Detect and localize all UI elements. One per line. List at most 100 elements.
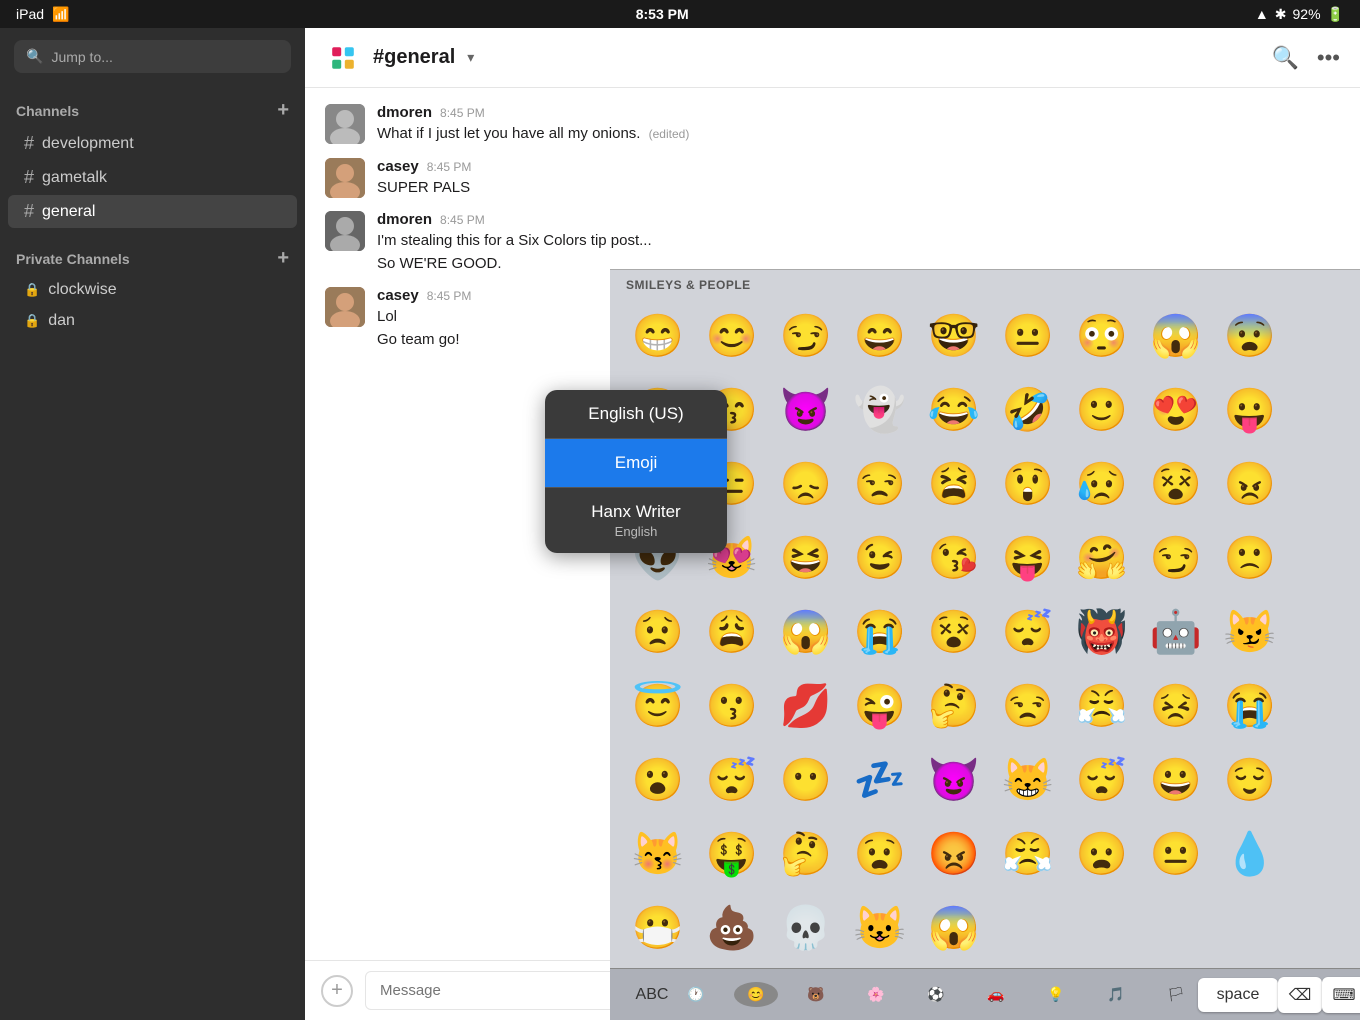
emoji-item[interactable]: 😤 — [992, 818, 1064, 890]
emoji-item[interactable]: 😱 — [1140, 300, 1212, 372]
emoji-item[interactable]: 😐 — [992, 300, 1064, 372]
language-option-english[interactable]: English (US) — [545, 390, 727, 439]
emoji-item[interactable]: 😶 — [770, 744, 842, 816]
emoji-item[interactable]: 😒 — [844, 448, 916, 520]
flags-icon[interactable]: 🏳 — [1154, 982, 1198, 1007]
emoji-item[interactable]: 😤 — [1066, 670, 1138, 742]
objects-icon[interactable]: 💡 — [1034, 982, 1078, 1007]
emoji-item[interactable]: 🤔 — [918, 670, 990, 742]
emoji-item[interactable]: 😦 — [1066, 818, 1138, 890]
space-button[interactable]: space — [1198, 978, 1278, 1012]
emoji-item[interactable]: 😡 — [918, 818, 990, 890]
emoji-item[interactable]: 😉 — [844, 522, 916, 594]
emoji-item[interactable]: 🤖 — [1140, 596, 1212, 668]
emoji-item[interactable]: 😟 — [622, 596, 694, 668]
emoji-item[interactable]: 😭 — [844, 596, 916, 668]
emoji-item[interactable]: 💧 — [1214, 818, 1286, 890]
travel-icon[interactable]: 🚗 — [974, 982, 1018, 1007]
emoji-item[interactable]: 😘 — [918, 522, 990, 594]
emoji-item[interactable]: 👹 — [1066, 596, 1138, 668]
emoji-item[interactable]: 😆 — [770, 522, 842, 594]
search-bar[interactable]: 🔍 Jump to... — [14, 40, 291, 73]
emoji-item[interactable]: 😜 — [844, 670, 916, 742]
emoji-item[interactable]: 😏 — [770, 300, 842, 372]
chevron-down-icon[interactable]: ▾ — [467, 49, 474, 66]
emoji-item[interactable]: 😇 — [622, 670, 694, 742]
emoji-item[interactable]: 😌 — [1214, 744, 1286, 816]
emoji-item[interactable]: 😱 — [770, 596, 842, 668]
emoji-item[interactable]: 😮 — [622, 744, 694, 816]
delete-button[interactable]: ⌫ — [1278, 977, 1322, 1013]
food-icon[interactable]: 🌸 — [854, 982, 898, 1007]
emoji-item[interactable]: 🤣 — [992, 374, 1064, 446]
sidebar-item-gametalk[interactable]: # gametalk — [8, 161, 297, 194]
emoji-tab-icon[interactable]: 😊 — [734, 982, 778, 1007]
emoji-item[interactable]: 😒 — [992, 670, 1064, 742]
add-channel-button[interactable]: + — [277, 99, 289, 122]
emoji-item[interactable]: 🙂 — [1066, 374, 1138, 446]
emoji-item[interactable]: 😂 — [918, 374, 990, 446]
emoji-item[interactable]: 😸 — [992, 744, 1064, 816]
emoji-item[interactable]: 😍 — [1140, 374, 1212, 446]
emoji-item[interactable]: 😺 — [844, 892, 916, 964]
emoji-item[interactable]: 😁 — [622, 300, 694, 372]
sidebar-item-development[interactable]: # development — [8, 127, 297, 160]
emoji-item[interactable]: 😴 — [992, 596, 1064, 668]
sidebar-item-general[interactable]: # general — [8, 195, 297, 228]
add-attachment-button[interactable]: + — [321, 975, 353, 1007]
emoji-item[interactable]: 😱 — [918, 892, 990, 964]
emoji-item[interactable]: 😠 — [1214, 448, 1286, 520]
emoji-item[interactable]: 😞 — [770, 448, 842, 520]
emoji-item[interactable]: 🤑 — [696, 818, 768, 890]
emoji-item[interactable]: 🤔 — [770, 818, 842, 890]
emoji-item[interactable]: 💤 — [844, 744, 916, 816]
emoji-item[interactable]: 💋 — [770, 670, 842, 742]
emoji-item[interactable]: 😼 — [1214, 596, 1286, 668]
emoji-item[interactable]: 😴 — [696, 744, 768, 816]
symbols-icon[interactable]: 🎵 — [1094, 982, 1138, 1007]
emoji-item[interactable]: 😈 — [918, 744, 990, 816]
emoji-item[interactable]: 😐 — [1140, 818, 1212, 890]
main-chat: #general ▾ 🔍 ••• dmoren 8:45 PM — [305, 28, 1360, 1020]
emoji-item[interactable]: 😲 — [992, 448, 1064, 520]
emoji-item[interactable]: 😄 — [844, 300, 916, 372]
emoji-item[interactable]: 😵 — [918, 596, 990, 668]
emoji-item[interactable]: 👻 — [844, 374, 916, 446]
add-private-channel-button[interactable]: + — [277, 247, 289, 270]
recent-icon[interactable]: 🕐 — [674, 982, 718, 1007]
emoji-item[interactable]: 😳 — [1066, 300, 1138, 372]
emoji-item[interactable]: 😷 — [622, 892, 694, 964]
emoji-item[interactable]: 😨 — [1214, 300, 1286, 372]
emoji-item[interactable]: 😭 — [1214, 670, 1286, 742]
emoji-item[interactable]: 😫 — [918, 448, 990, 520]
emoji-item[interactable]: 😩 — [696, 596, 768, 668]
emoji-item[interactable]: 🙁 — [1214, 522, 1286, 594]
sports-icon[interactable]: ⚽ — [914, 982, 958, 1007]
emoji-item[interactable]: 💩 — [696, 892, 768, 964]
emoji-item[interactable]: 😊 — [696, 300, 768, 372]
emoji-item[interactable]: 😗 — [696, 670, 768, 742]
emoji-item[interactable]: 😴 — [1066, 744, 1138, 816]
emoji-item[interactable]: 💀 — [770, 892, 842, 964]
emoji-item[interactable]: 😝 — [992, 522, 1064, 594]
emoji-item[interactable]: 😏 — [1140, 522, 1212, 594]
language-option-emoji[interactable]: Emoji — [545, 439, 727, 488]
animals-icon[interactable]: 🐻 — [794, 982, 838, 1007]
emoji-item[interactable]: 🤓 — [918, 300, 990, 372]
emoji-item[interactable]: 😧 — [844, 818, 916, 890]
keyboard-toggle-button[interactable]: ⌨ — [1322, 977, 1360, 1013]
abc-button[interactable]: ABC — [630, 982, 674, 1008]
search-header-icon[interactable]: 🔍 — [1271, 45, 1298, 71]
emoji-item[interactable]: 🤗 — [1066, 522, 1138, 594]
more-options-icon[interactable]: ••• — [1317, 45, 1340, 71]
emoji-item[interactable]: 😵 — [1140, 448, 1212, 520]
language-option-hanx[interactable]: Hanx Writer English — [545, 488, 727, 553]
emoji-item[interactable]: 😣 — [1140, 670, 1212, 742]
sidebar-item-clockwise[interactable]: 🔒 clockwise — [8, 275, 297, 305]
emoji-item[interactable]: 😛 — [1214, 374, 1286, 446]
emoji-item[interactable]: 😥 — [1066, 448, 1138, 520]
emoji-item[interactable]: 😽 — [622, 818, 694, 890]
emoji-item[interactable]: 😀 — [1140, 744, 1212, 816]
emoji-item[interactable]: 😈 — [770, 374, 842, 446]
sidebar-item-dan[interactable]: 🔒 dan — [8, 306, 297, 336]
